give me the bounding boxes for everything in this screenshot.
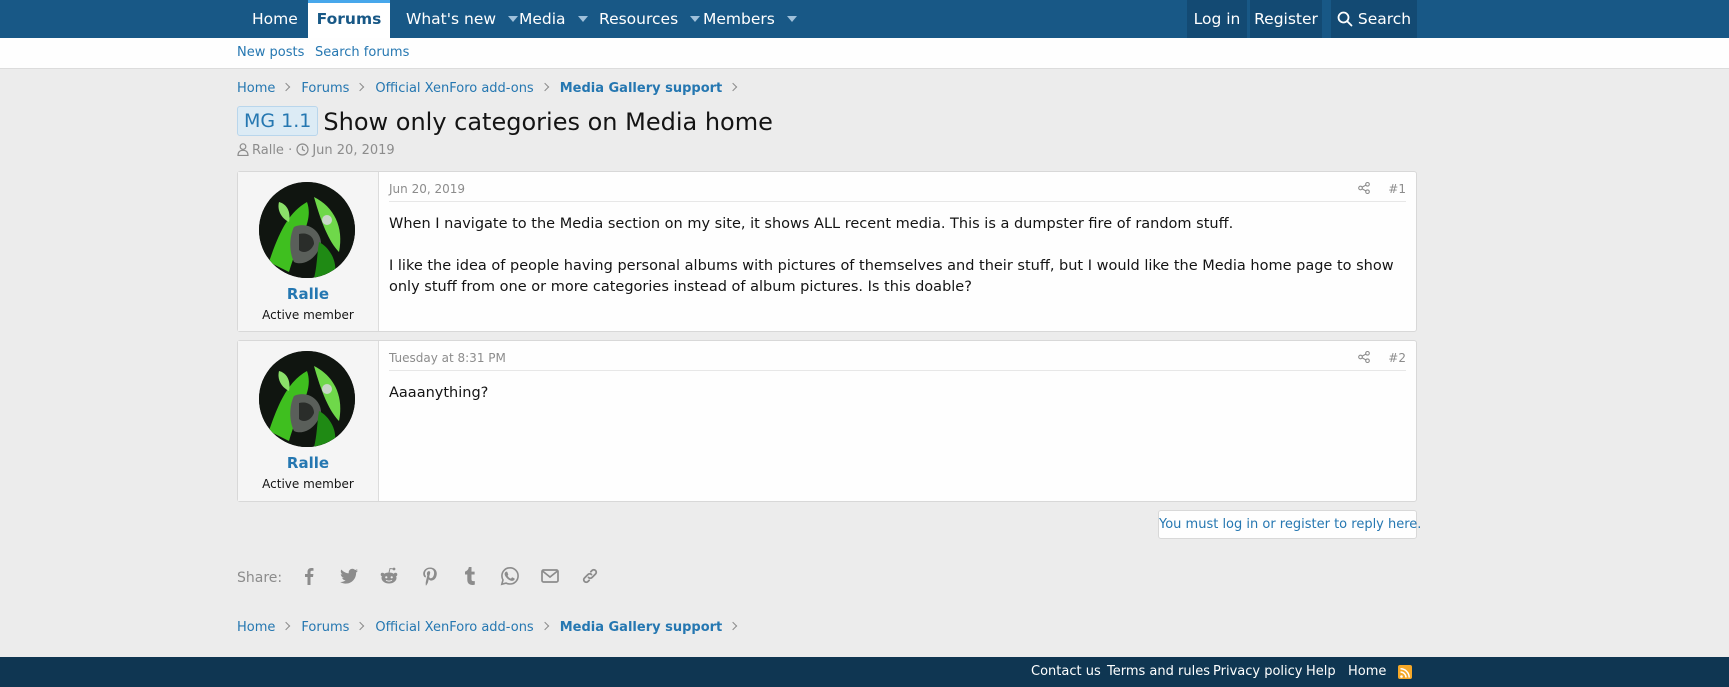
new-posts-link[interactable]: New posts <box>237 38 304 68</box>
avatar-image <box>259 182 355 278</box>
breadcrumb-forums[interactable]: Forums <box>301 618 349 638</box>
post-user-panel: Ralle Active member <box>238 172 379 331</box>
tumblr-icon[interactable] <box>460 566 480 586</box>
nav-tab-members-label: Members <box>703 10 775 28</box>
breadcrumb-home[interactable]: Home <box>237 618 275 638</box>
breadcrumb-official-addons[interactable]: Official XenForo add-ons <box>375 79 533 99</box>
user-title: Active member <box>262 308 354 322</box>
post-date-link[interactable]: Jun 20, 2019 <box>389 182 465 197</box>
nav-tab-whats-new-label: What's new <box>406 10 497 28</box>
login-button[interactable]: Log in <box>1187 0 1247 38</box>
thread-meta: Ralle · Jun 20, 2019 <box>237 142 395 160</box>
post-paragraph: I like the idea of people having persona… <box>389 258 1394 295</box>
post-2: Ralle Active member Tuesday at 8:31 PM #… <box>237 340 1417 502</box>
footer-terms-link[interactable]: Terms and rules <box>1107 657 1210 687</box>
username-link[interactable]: Ralle <box>238 285 378 303</box>
nav-tab-resources[interactable]: Resources <box>599 0 701 38</box>
search-forums-link[interactable]: Search forums <box>315 38 409 68</box>
avatar[interactable] <box>259 182 355 278</box>
breadcrumb-home[interactable]: Home <box>237 79 275 99</box>
post-header: Tuesday at 8:31 PM #2 <box>389 350 1406 371</box>
search-button[interactable]: Search <box>1331 0 1417 38</box>
post-date-link[interactable]: Tuesday at 8:31 PM <box>389 351 506 366</box>
post-body: When I navigate to the Media section on … <box>389 214 1406 319</box>
chevron-right-icon <box>282 621 291 631</box>
post-1: Ralle Active member Jun 20, 2019 #1 When… <box>237 171 1417 332</box>
post-body: Aaaanything? <box>389 383 1406 425</box>
breadcrumb-forums[interactable]: Forums <box>301 79 349 99</box>
twitter-icon[interactable] <box>339 566 359 586</box>
rss-icon[interactable] <box>1398 665 1412 679</box>
breadcrumb-official-addons[interactable]: Official XenForo add-ons <box>375 618 533 638</box>
meta-separator: · <box>288 143 297 158</box>
footer-home-link[interactable]: Home <box>1348 657 1386 687</box>
sub-navigation: New posts Search forums <box>0 38 1729 69</box>
chevron-right-icon <box>282 82 291 92</box>
breadcrumb-media-gallery-support[interactable]: Media Gallery support <box>560 618 723 638</box>
top-navigation: Home Forums What's new Media Resources M… <box>0 0 1729 38</box>
facebook-icon[interactable] <box>299 566 319 586</box>
avatar[interactable] <box>259 351 355 447</box>
chevron-down-icon[interactable] <box>508 16 519 22</box>
nav-tab-resources-label: Resources <box>599 10 679 28</box>
thread-date-link[interactable]: Jun 20, 2019 <box>312 143 394 158</box>
chevron-right-icon <box>356 621 365 631</box>
post-user-panel: Ralle Active member <box>238 341 379 501</box>
login-to-reply-button[interactable]: You must log in or register to reply her… <box>1158 510 1421 539</box>
user-title: Active member <box>262 477 354 491</box>
nav-tab-forums[interactable]: Forums <box>308 0 390 38</box>
post-content: Jun 20, 2019 #1 When I navigate to the M… <box>389 172 1406 331</box>
nav-tab-whats-new[interactable]: What's new <box>406 0 519 38</box>
pinterest-icon[interactable] <box>420 566 440 586</box>
avatar-image <box>259 351 355 447</box>
post-paragraph: Aaaanything? <box>389 385 489 401</box>
breadcrumb-media-gallery-support[interactable]: Media Gallery support <box>560 79 723 99</box>
chevron-right-icon <box>540 82 549 92</box>
thread-title: Show only categories on Media home <box>323 108 773 136</box>
chevron-down-icon[interactable] <box>690 16 701 22</box>
user-icon <box>237 143 249 157</box>
search-button-label: Search <box>1357 10 1412 28</box>
footer-contact-link[interactable]: Contact us <box>1031 657 1101 687</box>
search-icon <box>1337 11 1353 27</box>
thread-prefix-label[interactable]: MG 1.1 <box>237 106 319 136</box>
username-link[interactable]: Ralle <box>238 454 378 472</box>
email-icon[interactable] <box>540 566 560 586</box>
clock-icon <box>296 143 309 156</box>
post-number-link[interactable]: #1 <box>1388 182 1406 197</box>
link-icon[interactable] <box>580 566 600 586</box>
footer: Contact us Terms and rules Privacy polic… <box>0 657 1729 687</box>
breadcrumb-bottom: Home Forums Official XenForo add-ons Media … <box>237 618 748 638</box>
share-label: Share: <box>237 570 283 586</box>
share-icon[interactable] <box>1358 350 1370 367</box>
footer-privacy-link[interactable]: Privacy policy <box>1213 657 1302 687</box>
post-header: Jun 20, 2019 #1 <box>389 181 1406 202</box>
chevron-right-icon <box>729 621 738 631</box>
chevron-right-icon <box>356 82 365 92</box>
chevron-down-icon[interactable] <box>577 16 588 22</box>
chevron-right-icon <box>729 82 738 92</box>
breadcrumb: Home Forums Official XenForo add-ons Media … <box>237 79 748 99</box>
share-bar: Share: <box>237 566 615 590</box>
chevron-right-icon <box>540 621 549 631</box>
post-number-link[interactable]: #2 <box>1388 351 1406 366</box>
register-button[interactable]: Register <box>1250 0 1322 38</box>
nav-tab-media-label: Media <box>519 10 566 28</box>
post-paragraph: When I navigate to the Media section on … <box>389 216 1234 232</box>
share-icon[interactable] <box>1358 181 1370 198</box>
reddit-icon[interactable] <box>379 566 399 586</box>
nav-tab-home[interactable]: Home <box>252 0 298 38</box>
page-title: MG 1.1 Show only categories on Media home <box>237 106 773 140</box>
chevron-down-icon[interactable] <box>786 16 797 22</box>
nav-tab-members[interactable]: Members <box>703 0 797 38</box>
whatsapp-icon[interactable] <box>500 566 520 586</box>
thread-author-link[interactable]: Ralle <box>252 143 284 158</box>
nav-tab-media[interactable]: Media <box>519 0 588 38</box>
post-content: Tuesday at 8:31 PM #2 Aaaanything? <box>389 341 1406 501</box>
footer-help-link[interactable]: Help <box>1306 657 1336 687</box>
